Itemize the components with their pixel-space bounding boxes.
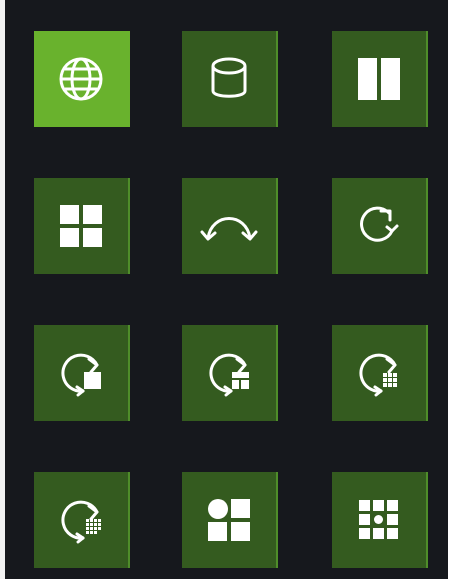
tile-rotate-dense-grid[interactable] xyxy=(332,325,428,421)
tile-dotted-grid[interactable] xyxy=(332,472,428,568)
dotted-grid-icon xyxy=(359,500,398,539)
tile-cylinder[interactable] xyxy=(182,31,278,127)
tile-two-columns[interactable] xyxy=(332,31,428,127)
cylinder-icon xyxy=(211,57,247,98)
four-squares-icon xyxy=(60,205,102,247)
rotate-single-block-icon xyxy=(61,353,101,397)
two-columns-icon xyxy=(358,58,400,100)
rotate-panel-grid-icon xyxy=(209,353,249,397)
tile-globe[interactable] xyxy=(34,31,130,127)
shapes-mixed-icon xyxy=(208,499,250,541)
refresh-icon xyxy=(360,206,399,242)
tile-rotate-single-block[interactable] xyxy=(34,325,130,421)
tile-rotate-small-grid[interactable] xyxy=(34,472,130,568)
globe-icon xyxy=(59,57,103,101)
tile-curved-double-arrow[interactable] xyxy=(182,178,278,274)
rotate-dense-grid-icon xyxy=(359,353,397,397)
curved-double-arrow-icon xyxy=(200,217,258,241)
icon-palette-panel xyxy=(0,0,448,579)
tile-shapes-mixed[interactable] xyxy=(182,472,278,568)
rotate-small-grid-icon xyxy=(61,500,101,544)
tile-refresh[interactable] xyxy=(332,178,428,274)
tile-four-squares[interactable] xyxy=(34,178,130,274)
tile-rotate-panel-grid[interactable] xyxy=(182,325,278,421)
